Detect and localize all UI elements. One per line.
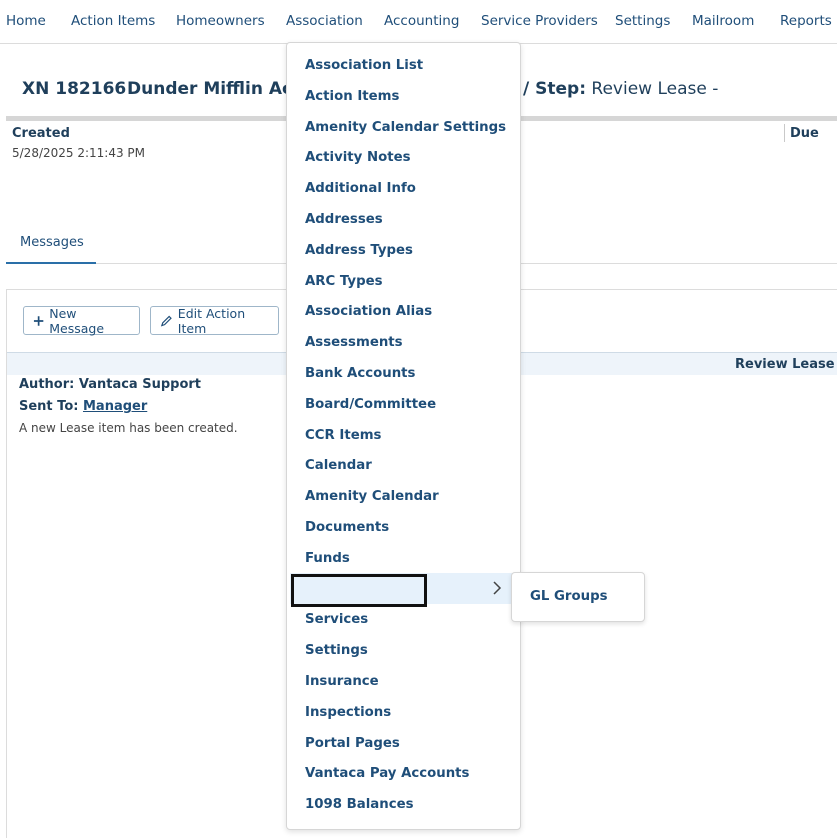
association-name: Dunder Mifflin Acre — [127, 79, 313, 99]
nav-mailroom[interactable]: Mailroom — [692, 13, 754, 29]
menu-item-amenity-calendar[interactable]: Amenity Calendar — [305, 489, 439, 504]
menu-item-association-alias[interactable]: Association Alias — [305, 304, 432, 319]
menu-item-address-types[interactable]: Address Types — [305, 243, 413, 258]
step-value: Review Lease - — [591, 79, 719, 99]
action-item-id: XN 182166 — [22, 79, 127, 99]
menu-item-action-items[interactable]: Action Items — [305, 89, 399, 104]
edit-action-item-label: Edit Action Item — [177, 305, 246, 336]
nav-action-items[interactable]: Action Items — [71, 13, 155, 29]
association-dropdown: Association List Action Items Amenity Cale… — [286, 42, 521, 830]
menu-item-settings[interactable]: Settings — [305, 643, 368, 658]
nav-homeowners[interactable]: Homeowners — [176, 13, 265, 29]
menu-item-inspections[interactable]: Inspections — [305, 705, 391, 720]
menu-item-calendar[interactable]: Calendar — [305, 458, 372, 473]
column-divider — [784, 124, 785, 142]
menu-item-addresses[interactable]: Addresses — [305, 212, 383, 227]
nav-accounting[interactable]: Accounting — [384, 13, 459, 29]
tab-active-indicator — [6, 262, 96, 264]
gl-accounts-focus-box — [291, 574, 427, 607]
new-message-label: New Message — [49, 305, 105, 336]
nav-reports[interactable]: Reports — [780, 13, 832, 29]
menu-item-funds[interactable]: Funds — [305, 551, 350, 566]
menu-item-documents[interactable]: Documents — [305, 520, 389, 535]
menu-item-insurance[interactable]: Insurance — [305, 674, 379, 689]
menu-item-additional-info[interactable]: Additional Info — [305, 181, 416, 196]
nav-service-providers[interactable]: Service Providers — [481, 13, 598, 29]
chevron-right-icon — [493, 581, 502, 595]
submenu-item-gl-groups[interactable]: GL Groups — [530, 589, 608, 604]
menu-item-arc-types[interactable]: ARC Types — [305, 274, 383, 289]
message-body: A new Lease item has been created. — [19, 421, 238, 435]
step-prefix: / Step: — [523, 79, 586, 99]
step-title: / Step: Review Lease - — [523, 79, 718, 99]
edit-action-item-button[interactable]: Edit Action Item — [150, 305, 279, 336]
message-author: Author: Vantaca Support — [19, 377, 202, 392]
menu-item-association-list[interactable]: Association List — [305, 58, 423, 73]
sent-to-label: Sent To: — [19, 399, 79, 414]
menu-item-1098-balances[interactable]: 1098 Balances — [305, 797, 414, 812]
message-step-title: Review Lease — [735, 357, 835, 372]
message-sent-to: Sent To: Manager — [19, 399, 147, 414]
sent-to-link[interactable]: Manager — [83, 399, 147, 414]
created-value: 5/28/2025 2:11:43 PM — [12, 146, 146, 160]
new-message-button[interactable]: New Message — [23, 305, 140, 336]
menu-item-board-committee[interactable]: Board/Committee — [305, 397, 436, 412]
pencil-icon — [160, 315, 172, 327]
menu-item-bank-accounts[interactable]: Bank Accounts — [305, 366, 415, 381]
menu-item-ccr-items[interactable]: CCR Items — [305, 428, 381, 443]
nav-settings[interactable]: Settings — [615, 13, 670, 29]
menu-item-portal-pages[interactable]: Portal Pages — [305, 736, 400, 751]
menu-item-services[interactable]: Services — [305, 612, 368, 627]
tab-messages[interactable]: Messages — [20, 235, 84, 250]
nav-home[interactable]: Home — [6, 13, 46, 29]
menu-item-assessments[interactable]: Assessments — [305, 335, 403, 350]
due-label: Due — [790, 126, 819, 141]
gl-accounts-submenu: GL Groups — [511, 572, 645, 622]
plus-icon — [33, 315, 44, 326]
top-navigation: Home Action Items Homeowners Association… — [0, 0, 837, 44]
nav-association[interactable]: Association — [286, 13, 363, 29]
menu-item-activity-notes[interactable]: Activity Notes — [305, 150, 411, 165]
menu-item-vantaca-pay-accounts[interactable]: Vantaca Pay Accounts — [305, 766, 469, 781]
menu-item-amenity-calendar-settings[interactable]: Amenity Calendar Settings — [305, 120, 506, 135]
created-label: Created — [12, 126, 70, 141]
